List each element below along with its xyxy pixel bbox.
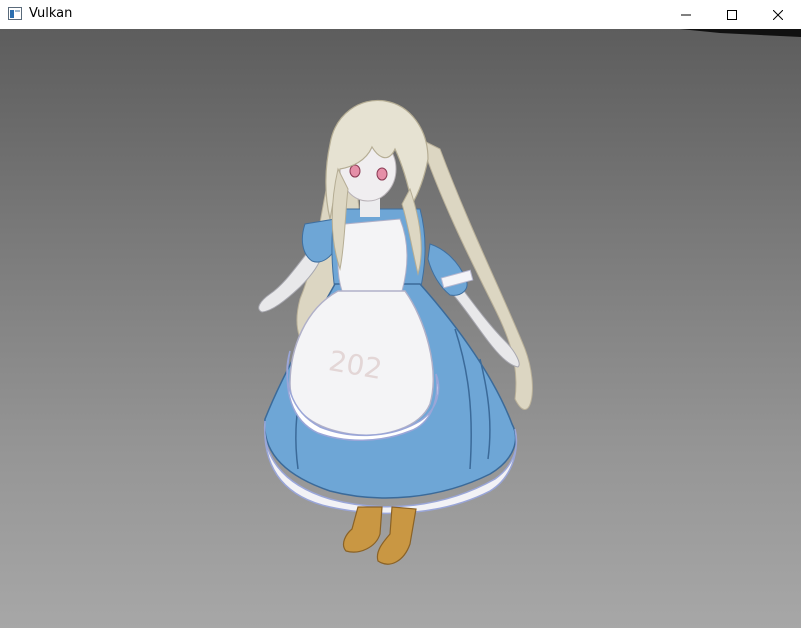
close-button[interactable] — [755, 0, 801, 29]
window-app-icon — [8, 7, 22, 20]
render-viewport[interactable]: 202 — [0, 29, 801, 628]
background-shadow-wedge — [680, 29, 801, 37]
close-icon — [773, 9, 783, 20]
character-right-boot — [376, 506, 417, 565]
minimize-icon — [681, 14, 691, 15]
window-title: Vulkan — [29, 6, 73, 21]
maximize-icon — [727, 9, 737, 20]
vulkan-window: Vulkan 202 — [0, 0, 801, 628]
character-right-sleeve — [427, 243, 468, 296]
character-left-boot — [342, 506, 383, 553]
minimize-button[interactable] — [663, 0, 709, 29]
character-apron-bib — [337, 218, 408, 292]
rendered-scene: 202 — [258, 29, 801, 565]
title-bar[interactable]: Vulkan — [0, 0, 801, 29]
maximize-button[interactable] — [709, 0, 755, 29]
